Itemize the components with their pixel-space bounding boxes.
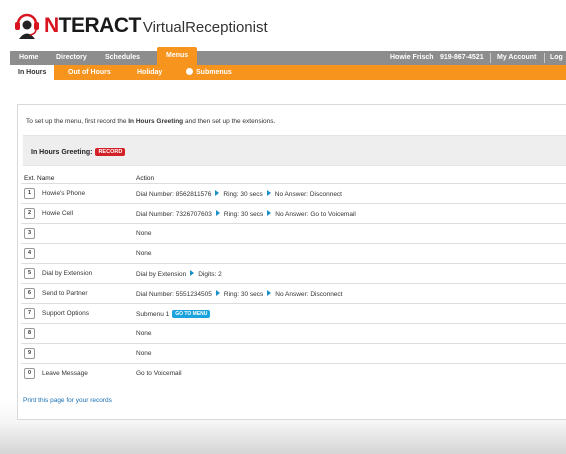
- table-row: 1 Howie's Phone Dial Number: 8562811576 Rin…: [21, 183, 566, 203]
- action-step: Dial Number: 8562811576: [136, 191, 212, 198]
- logout-link[interactable]: Log: [550, 51, 563, 65]
- extension-action: None: [136, 330, 152, 337]
- logo-suffix: VirtualReceptionist: [142, 19, 268, 36]
- my-account-link[interactable]: My Account: [497, 51, 536, 65]
- intro-text: To set up the menu, first record the In …: [26, 118, 275, 125]
- extension-name: Send to Partner: [42, 290, 88, 297]
- extension-number-box[interactable]: 7: [24, 308, 35, 319]
- greeting-label: In Hours Greeting:: [31, 149, 93, 156]
- arrow-right-icon: [266, 190, 271, 196]
- action-step: Ring: 30 secs: [223, 211, 264, 218]
- action-step: No Answer: Disconnect: [275, 291, 343, 298]
- extension-name: Leave Message: [42, 370, 88, 377]
- action-step: Go to Voicemail: [136, 370, 182, 377]
- gear-icon: [186, 68, 193, 75]
- logo-brand: TERACT: [58, 14, 142, 37]
- print-link[interactable]: Print this page for your records: [23, 397, 112, 404]
- action-step: None: [136, 350, 152, 357]
- tab-in-hours[interactable]: In Hours: [10, 65, 55, 80]
- table-row: 6 Send to Partner Dial Number: 5551234505 R…: [21, 283, 566, 303]
- user-phone: 919-867-4521: [440, 54, 484, 61]
- logo-text: NTERACT VirtualReceptionist: [44, 14, 268, 38]
- extension-name: Dial by Extension: [42, 270, 93, 277]
- nav-divider: [490, 53, 491, 63]
- action-step: None: [136, 250, 152, 257]
- tab-holiday[interactable]: Holiday: [137, 65, 162, 80]
- action-step: Digits: 2: [198, 271, 222, 278]
- greeting-row: In Hours Greeting: RECORD: [31, 148, 126, 156]
- extension-action: None: [136, 230, 152, 237]
- column-header-action: Action: [136, 175, 155, 182]
- arrow-right-icon: [267, 290, 272, 296]
- nav-menus[interactable]: Menus: [157, 47, 198, 65]
- record-button[interactable]: RECORD: [95, 148, 126, 156]
- extension-action: Go to Voicemail: [136, 370, 182, 377]
- extension-name: Howie's Phone: [42, 190, 86, 197]
- arrow-right-icon: [267, 210, 272, 216]
- extension-number-box[interactable]: 5: [24, 268, 35, 279]
- table-row: 8 None: [21, 323, 566, 343]
- action-step: Ring: 30 secs: [223, 191, 263, 198]
- nav-home[interactable]: Home: [19, 51, 38, 65]
- extension-number-box[interactable]: 6: [24, 288, 35, 299]
- tab-submenus-label: Submenus: [196, 69, 232, 76]
- extension-action: Dial Number: 5551234505 Ring: 30 secs No A…: [136, 290, 342, 298]
- intro-bold: In Hours Greeting: [128, 118, 184, 125]
- table-row: 5 Dial by Extension Dial by Extension Digit…: [21, 263, 566, 283]
- extension-number-box[interactable]: 0: [24, 368, 35, 379]
- go-to-menu-button[interactable]: GO TO MENU: [172, 310, 211, 318]
- sub-nav: In Hours Out of Hours Holiday Submenus: [10, 65, 566, 80]
- page: NTERACT VirtualReceptionist Home Director…: [0, 0, 566, 454]
- table-row: 4 None: [21, 243, 566, 263]
- logo-letter: N: [44, 14, 59, 37]
- action-step: None: [136, 330, 152, 337]
- tab-submenus[interactable]: Submenus: [186, 65, 232, 80]
- action-step: Dial Number: 7326707603: [136, 211, 212, 218]
- extension-number-box[interactable]: 4: [24, 248, 35, 259]
- action-step: None: [136, 230, 152, 237]
- intro-post: and then set up the extensions.: [183, 118, 276, 125]
- extension-action: None: [136, 250, 152, 257]
- top-nav: Home Directory Schedules Menus Howie Fri…: [10, 47, 566, 65]
- extension-number-box[interactable]: 2: [24, 208, 35, 219]
- extension-action: None: [136, 350, 152, 357]
- arrow-right-icon: [215, 210, 220, 216]
- table-row: 7 Support Options Submenu 1 GO TO MENU: [21, 303, 566, 323]
- extension-action: Dial Number: 7326707603 Ring: 30 secs No A…: [136, 210, 356, 218]
- extension-number-box[interactable]: 3: [24, 228, 35, 239]
- intro-pre: To set up the menu, first record the: [26, 118, 129, 125]
- action-step: Dial Number: 5551234505: [136, 291, 212, 298]
- tab-out-of-hours[interactable]: Out of Hours: [68, 65, 111, 80]
- nav-directory[interactable]: Directory: [56, 51, 87, 65]
- table-row: 0 Leave Message Go to Voicemail: [21, 363, 566, 383]
- extension-number-box[interactable]: 9: [24, 348, 35, 359]
- table-row: 3 None: [21, 223, 566, 243]
- extension-name: Howie Cell: [42, 210, 74, 217]
- arrow-right-icon: [190, 270, 195, 276]
- greeting-box: In Hours Greeting: RECORD: [23, 135, 566, 166]
- table-row: 2 Howie Cell Dial Number: 7326707603 Ring: …: [21, 203, 566, 223]
- extension-action: Dial by Extension Digits: 2: [136, 270, 222, 278]
- extension-number-box[interactable]: 1: [24, 188, 35, 199]
- arrow-right-icon: [215, 290, 220, 296]
- arrow-right-icon: [215, 190, 220, 196]
- menu-panel: To set up the menu, first record the In …: [17, 104, 566, 420]
- extension-action: Submenu 1 GO TO MENU: [136, 310, 211, 318]
- bottom-fade: [0, 424, 566, 454]
- extension-number-box[interactable]: 8: [24, 328, 35, 339]
- nav-schedules[interactable]: Schedules: [105, 51, 140, 65]
- action-step: Dial by Extension: [136, 271, 187, 278]
- user-name: Howie Frisch: [390, 54, 434, 61]
- action-step: No Answer: Go to Voicemail: [275, 211, 356, 218]
- action-step: Submenu 1: [136, 311, 170, 318]
- column-header-ext-name: Ext. Name: [24, 175, 55, 182]
- table-row: 9 None: [21, 343, 566, 363]
- action-step: Ring: 30 secs: [223, 291, 264, 298]
- header: NTERACT VirtualReceptionist: [0, 0, 566, 50]
- nav-divider: [544, 53, 545, 63]
- extension-name: Support Options: [42, 310, 89, 317]
- extension-action: Dial Number: 8562811576 Ring: 30 secs No A…: [136, 190, 342, 198]
- action-step: No Answer: Disconnect: [274, 191, 342, 198]
- headset-person-icon: [15, 13, 39, 39]
